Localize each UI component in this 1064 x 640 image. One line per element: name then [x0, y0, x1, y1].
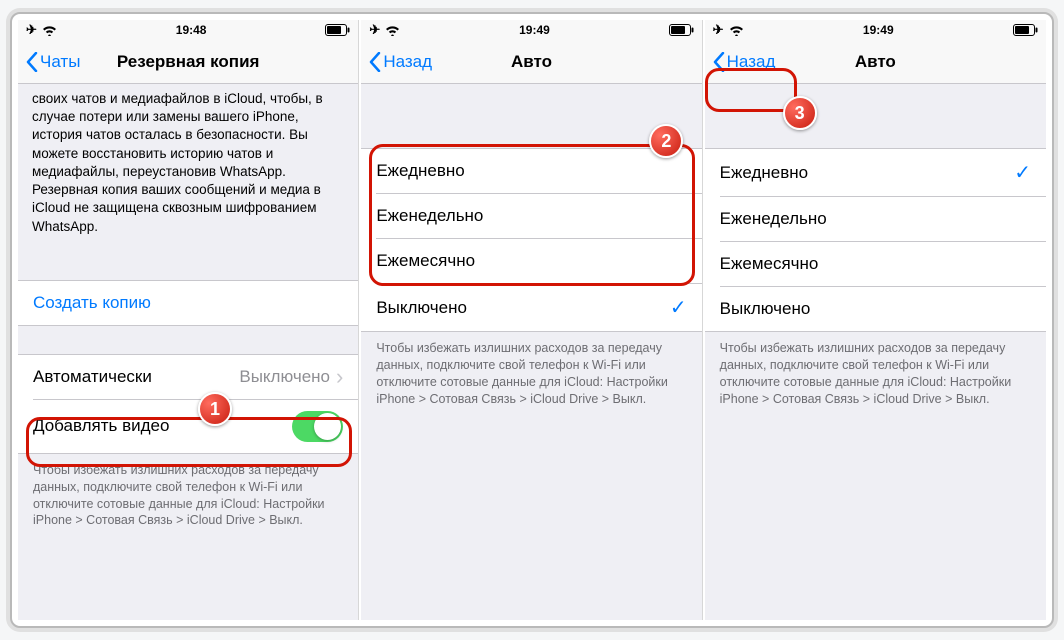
- back-button[interactable]: Назад: [369, 52, 432, 72]
- back-label: Чаты: [40, 52, 80, 72]
- clock: 19:49: [519, 23, 550, 37]
- battery-icon: [669, 24, 694, 36]
- wifi-icon: [729, 25, 744, 36]
- chevron-left-icon: [713, 52, 725, 72]
- check-icon: ✓: [670, 295, 687, 320]
- clock: 19:49: [863, 23, 894, 37]
- freq-option-3[interactable]: Выключено ✓: [361, 284, 701, 331]
- auto-backup-row[interactable]: Автоматически Выключено ›: [18, 355, 358, 399]
- phone-screen-1: ✈ 19:48 Чаты Резервная копия своих чатов…: [18, 20, 359, 620]
- badge-3: 3: [783, 96, 817, 130]
- nav-bar: Назад Авто: [705, 40, 1046, 84]
- badge-1: 1: [198, 392, 232, 426]
- back-button[interactable]: Назад: [713, 52, 776, 72]
- airplane-icon: ✈: [369, 22, 380, 38]
- footer-note: Чтобы избежать излишних расходов за пере…: [361, 332, 701, 416]
- freq-option-label: Ежемесячно: [376, 251, 475, 271]
- freq-option-3[interactable]: Выключено: [705, 287, 1046, 331]
- screenshot-triptych: ✈ 19:48 Чаты Резервная копия своих чатов…: [10, 12, 1054, 628]
- back-label: Назад: [383, 52, 432, 72]
- status-bar: ✈ 19:49: [705, 20, 1046, 40]
- nav-bar: Чаты Резервная копия: [18, 40, 358, 84]
- freq-option-label: Выключено: [720, 299, 811, 319]
- back-button[interactable]: Чаты: [26, 52, 80, 72]
- freq-option-0[interactable]: Ежедневно ✓: [705, 149, 1046, 196]
- auto-label: Автоматически: [33, 367, 152, 387]
- freq-option-2[interactable]: Ежемесячно: [705, 242, 1046, 286]
- backup-description: своих чатов и медиафайлов в iCloud, чтоб…: [18, 84, 358, 250]
- include-video-row: Добавлять видео: [18, 400, 358, 453]
- airplane-icon: ✈: [713, 22, 724, 38]
- footer-note: Чтобы избежать излишних расходов за пере…: [705, 332, 1046, 416]
- freq-option-label: Еженедельно: [376, 206, 483, 226]
- chevron-left-icon: [26, 52, 38, 72]
- nav-bar: Назад Авто: [361, 40, 701, 84]
- footer-note: Чтобы избежать излишних расходов за пере…: [18, 454, 358, 538]
- include-video-switch[interactable]: [292, 411, 343, 442]
- freq-option-1[interactable]: Еженедельно: [705, 197, 1046, 241]
- chevron-left-icon: [369, 52, 381, 72]
- create-backup-button[interactable]: Создать копию: [18, 281, 358, 325]
- auto-value: Выключено: [239, 367, 330, 387]
- status-bar: ✈ 19:48: [18, 20, 358, 40]
- wifi-icon: [42, 25, 57, 36]
- back-label: Назад: [727, 52, 776, 72]
- phone-screen-3: ✈ 19:49 Назад Авто Ежедневно ✓ Еженедельно…: [705, 20, 1046, 620]
- freq-option-label: Еженедельно: [720, 209, 827, 229]
- battery-icon: [1013, 24, 1038, 36]
- airplane-icon: ✈: [26, 22, 37, 38]
- battery-icon: [325, 24, 350, 36]
- video-label: Добавлять видео: [33, 416, 169, 436]
- freq-option-label: Ежедневно: [376, 161, 464, 181]
- freq-option-2[interactable]: Ежемесячно: [361, 239, 701, 283]
- status-bar: ✈ 19:49: [361, 20, 701, 40]
- freq-option-label: Выключено: [376, 298, 467, 318]
- phone-screen-2: ✈ 19:49 Назад Авто Ежедневно Еженедельно Е…: [361, 20, 702, 620]
- wifi-icon: [385, 25, 400, 36]
- freq-option-1[interactable]: Еженедельно: [361, 194, 701, 238]
- freq-option-label: Ежемесячно: [720, 254, 819, 274]
- freq-option-label: Ежедневно: [720, 163, 808, 183]
- clock: 19:48: [176, 23, 207, 37]
- freq-option-0[interactable]: Ежедневно: [361, 149, 701, 193]
- check-icon: ✓: [1014, 160, 1031, 185]
